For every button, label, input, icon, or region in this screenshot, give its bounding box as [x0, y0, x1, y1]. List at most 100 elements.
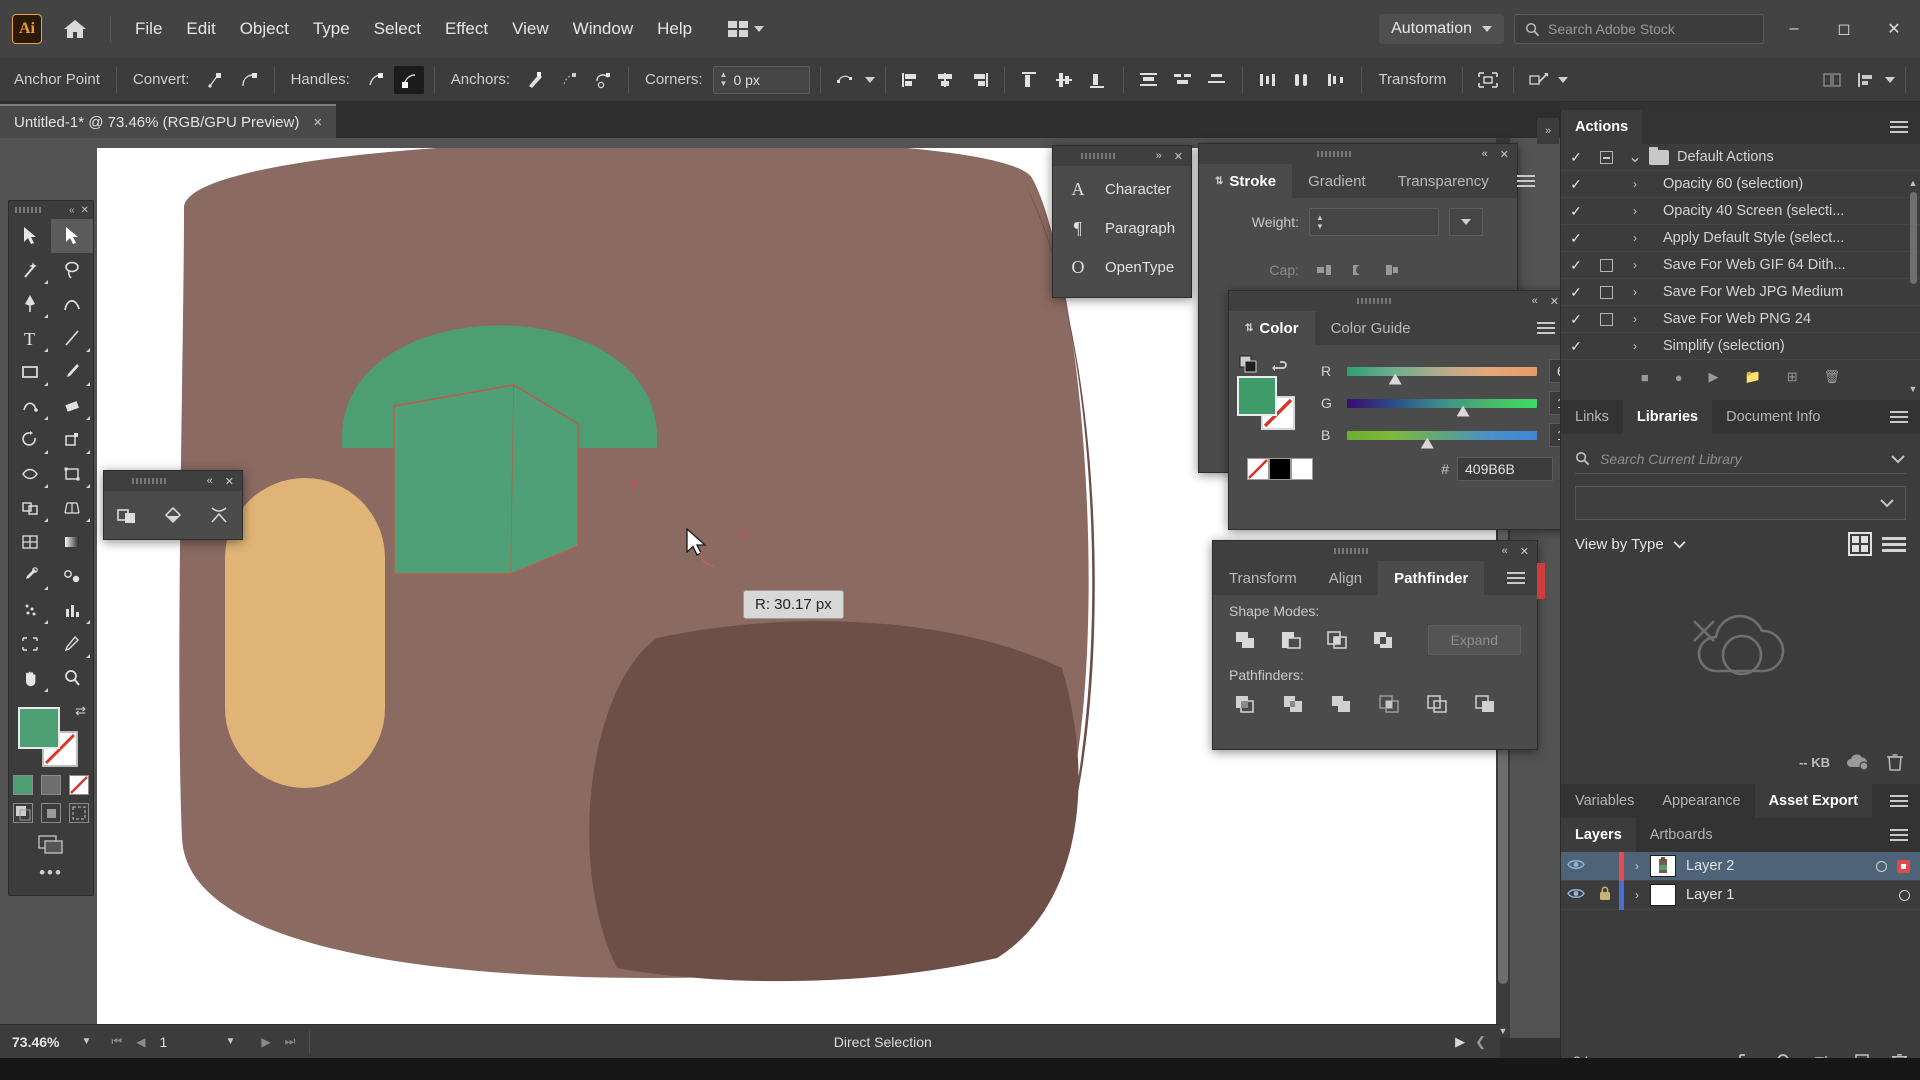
last-artboard-icon[interactable]: ⏭: [285, 1034, 296, 1049]
close-icon[interactable]: ✕: [1500, 148, 1509, 161]
g-slider-track[interactable]: [1347, 398, 1537, 417]
tab-appearance[interactable]: Appearance: [1648, 784, 1755, 818]
tab-document-info[interactable]: Document Info: [1712, 400, 1835, 434]
align-panel-icon[interactable]: [1851, 66, 1881, 94]
tool-slice[interactable]: [51, 627, 93, 661]
pathfinder-merge-button[interactable]: [1325, 689, 1359, 719]
tool-hand[interactable]: [9, 661, 51, 695]
action-toggle-checkbox[interactable]: ✓: [1561, 338, 1591, 355]
anchor-options-icon[interactable]: [831, 66, 861, 94]
tab-transparency[interactable]: Transparency: [1381, 164, 1505, 198]
action-toggle-checkbox[interactable]: ✓: [1561, 311, 1591, 328]
dock-collapse-button[interactable]: »: [1537, 118, 1559, 144]
pathfinder-crop-button[interactable]: [1373, 689, 1407, 719]
close-icon[interactable]: ✕: [81, 205, 89, 216]
fill-swatch[interactable]: [18, 707, 60, 749]
layers-list[interactable]: › Layer 2 › Layer 1: [1561, 851, 1920, 910]
none-swatch-button[interactable]: [69, 775, 89, 795]
automation-dropdown[interactable]: Automation: [1379, 14, 1504, 44]
gradient-swatch-button[interactable]: [41, 775, 61, 795]
stroke-weight-dropdown[interactable]: [1449, 208, 1483, 236]
tool-paintbrush[interactable]: [51, 355, 93, 389]
draw-normal-button[interactable]: [13, 803, 33, 823]
hex-value-field[interactable]: 409B6B: [1457, 457, 1553, 481]
tool-rotate[interactable]: [9, 423, 51, 457]
none-swatch[interactable]: [1247, 458, 1269, 480]
tab-artboards[interactable]: Artboards: [1635, 818, 1727, 852]
distribute-center-v-icon[interactable]: [1168, 66, 1198, 94]
menu-object[interactable]: Object: [228, 13, 301, 45]
screen-mode-button[interactable]: [9, 825, 93, 863]
next-artboard-icon[interactable]: ▶: [261, 1035, 270, 1049]
tool-type[interactable]: T: [9, 321, 51, 355]
collapse-icon[interactable]: «: [1502, 545, 1508, 557]
pathfinder-exclude-button[interactable]: [1367, 625, 1401, 655]
menu-file[interactable]: File: [123, 13, 174, 45]
tool-selection[interactable]: [9, 219, 51, 253]
chevron-down-icon[interactable]: [1885, 76, 1895, 83]
artboard-number[interactable]: 1: [159, 1034, 199, 1050]
tool-shaper[interactable]: [9, 389, 51, 423]
action-row[interactable]: ✓ › Opacity 40 Screen (selecti...: [1561, 198, 1920, 225]
panel-menu-button[interactable]: [1878, 400, 1920, 434]
edit-toolbar-button[interactable]: •••: [9, 863, 93, 887]
collapse-icon[interactable]: «: [1482, 148, 1488, 160]
corners-radius-field[interactable]: ▲ ▼: [712, 65, 811, 94]
tool-shape-builder[interactable]: [9, 491, 51, 525]
tool-blend[interactable]: [51, 559, 93, 593]
anchor-point-marker[interactable]: [741, 530, 748, 537]
action-toggle-checkbox[interactable]: ✓: [1561, 176, 1591, 193]
align-right-icon[interactable]: [964, 66, 994, 94]
cut-path-icon[interactable]: [588, 66, 618, 94]
align-left-icon[interactable]: [896, 66, 926, 94]
action-row[interactable]: ✓ › Save For Web GIF 64 Dith...: [1561, 252, 1920, 279]
tab-links[interactable]: Links: [1561, 400, 1623, 434]
layer-row[interactable]: › Layer 1: [1561, 880, 1920, 910]
library-selector[interactable]: [1575, 486, 1906, 520]
butt-cap-icon[interactable]: [1309, 256, 1339, 284]
tool-line-segment[interactable]: [51, 321, 93, 355]
pathfinder-unite-button[interactable]: [1229, 625, 1263, 655]
collapse-icon[interactable]: «: [1532, 295, 1538, 307]
chevron-down-icon[interactable]: [1890, 451, 1906, 467]
panel-menu-button[interactable]: [1878, 784, 1920, 818]
distribute-top-icon[interactable]: [1134, 66, 1164, 94]
begin-recording-icon[interactable]: ●: [1675, 370, 1683, 385]
adobe-stock-search[interactable]: Search Adobe Stock: [1514, 14, 1764, 44]
tool-zoom[interactable]: [51, 661, 93, 695]
tab-layers[interactable]: Layers: [1561, 818, 1636, 852]
g-slider-knob[interactable]: [1456, 405, 1470, 417]
action-row[interactable]: ✓ › Apply Default Style (select...: [1561, 225, 1920, 252]
panel-drag-bar[interactable]: « ✕: [1229, 291, 1567, 311]
home-icon[interactable]: [52, 12, 98, 46]
action-toggle-checkbox[interactable]: ✓: [1561, 284, 1591, 301]
actions-set-row[interactable]: ✓ ⌄ Default Actions: [1561, 144, 1920, 171]
align-top-icon[interactable]: [1015, 66, 1045, 94]
recolor-artwork-icon[interactable]: [1524, 66, 1554, 94]
create-new-action-icon[interactable]: ⊞: [1787, 369, 1798, 385]
close-icon[interactable]: ✕: [225, 475, 234, 488]
tool-column-graph[interactable]: [51, 593, 93, 627]
tab-asset-export[interactable]: Asset Export: [1754, 784, 1873, 818]
chevron-right-icon[interactable]: ›: [1621, 231, 1649, 245]
panel-item-paragraph[interactable]: ¶ Paragraph: [1053, 209, 1191, 248]
view-by-type-dropdown[interactable]: View by Type: [1575, 536, 1664, 553]
zoom-dropdown-icon[interactable]: ▼: [69, 1036, 103, 1047]
convert-to-corner-icon[interactable]: [200, 66, 230, 94]
chevron-right-icon[interactable]: ›: [1621, 204, 1649, 218]
tool-pen[interactable]: [9, 287, 51, 321]
menu-select[interactable]: Select: [362, 13, 433, 45]
b-slider-track[interactable]: [1347, 430, 1537, 449]
menu-edit[interactable]: Edit: [174, 13, 227, 45]
stop-playing-icon[interactable]: ■: [1641, 370, 1649, 385]
shape-builder-group-icon[interactable]: [112, 501, 142, 529]
menu-type[interactable]: Type: [301, 13, 362, 45]
play-selection-icon[interactable]: ▶: [1709, 369, 1719, 385]
distribute-bottom-icon[interactable]: [1202, 66, 1232, 94]
stroke-weight-field[interactable]: ▲ ▼: [1309, 208, 1439, 236]
create-new-set-icon[interactable]: 📁: [1745, 369, 1761, 385]
fill-swatch[interactable]: [1237, 376, 1277, 416]
pathfinder-minus-front-button[interactable]: [1275, 625, 1309, 655]
tool-artboard[interactable]: [9, 627, 51, 661]
stroke-weight-input[interactable]: [1329, 214, 1400, 230]
